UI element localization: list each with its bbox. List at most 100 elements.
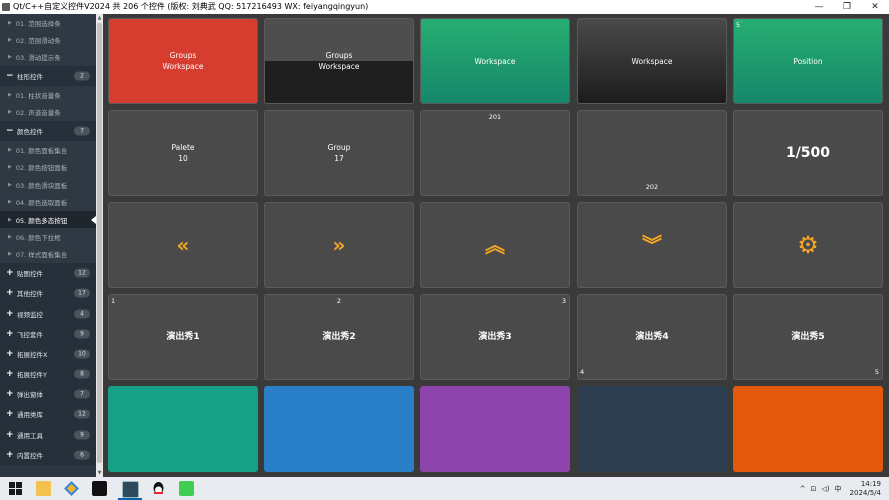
tile-corner-number: 4 xyxy=(580,368,585,376)
tile-label: 演出秀3 xyxy=(478,331,512,342)
sidebar-group[interactable]: + 通用类库 12 xyxy=(0,404,96,425)
sidebar-group[interactable]: − 颜色控件 7 xyxy=(0,121,96,142)
groups-workspace-button-dark[interactable]: Groups Workspace xyxy=(264,18,414,104)
sidebar-item[interactable]: ▶ 02. 范围滑动条 xyxy=(0,31,96,49)
sidebar-item[interactable]: ▶ 01. 柱状音量条 xyxy=(0,86,96,104)
sidebar-item-label: 通用类库 xyxy=(17,411,43,420)
input-method-icon[interactable]: 中 xyxy=(835,484,842,494)
page-count-button[interactable]: 1/500 xyxy=(733,110,883,196)
position-button[interactable]: 5 Position xyxy=(733,18,883,104)
sidebar-item[interactable]: ▶ 07. 样式面板集合 xyxy=(0,245,96,264)
sidebar-group[interactable]: + 拓展控件X 10 xyxy=(0,343,96,364)
count-badge: 12 xyxy=(74,268,90,278)
double-chevron-up-icon: ︽ xyxy=(485,233,505,257)
palete-button[interactable]: Palete 10 xyxy=(108,110,258,196)
caret-right-icon: ▶ xyxy=(8,181,12,188)
color-button-teal[interactable] xyxy=(108,386,258,472)
sidebar-group[interactable]: + 贴图控件 12 xyxy=(0,263,96,284)
sidebar-item[interactable]: ▶ 02. 颜色按钮面板 xyxy=(0,158,96,177)
top-label-button[interactable]: 201 xyxy=(420,110,570,196)
count-badge: 9 xyxy=(74,329,90,339)
tile-label: Groups xyxy=(169,51,197,60)
group-button[interactable]: Group 17 xyxy=(264,110,414,196)
show-button-4[interactable]: 4 演出秀4 xyxy=(577,294,727,380)
sidebar-group[interactable]: + 内置控件 6 xyxy=(0,444,96,465)
workspace-button-dark[interactable]: Workspace xyxy=(577,18,727,104)
sidebar-group[interactable]: + 弹出窗体 7 xyxy=(0,384,96,405)
color-button-navy[interactable] xyxy=(577,386,727,472)
sidebar-item[interactable]: ▶ 01. 颜色面板集合 xyxy=(0,141,96,159)
scroll-up-icon[interactable]: ▲ xyxy=(96,14,103,22)
tile-count: 10 xyxy=(178,154,188,163)
close-button[interactable]: ✕ xyxy=(861,0,889,14)
scroll-thumb[interactable] xyxy=(97,23,102,463)
caret-right-icon: ▶ xyxy=(8,233,12,240)
sidebar-group[interactable]: + 飞控套件 9 xyxy=(0,323,96,344)
tile-label: Group xyxy=(327,143,351,152)
window-title: Qt/C++自定义控件V2024 共 206 个控件 (版权: 刘典武 QQ: … xyxy=(13,2,369,11)
tile-label: 演出秀1 xyxy=(166,331,200,342)
sidebar-item-label: 颜色控件 xyxy=(17,128,43,137)
sidebar-item[interactable]: ▶ 06. 颜色下拉框 xyxy=(0,228,96,246)
next-button[interactable]: » xyxy=(264,202,414,288)
settings-button[interactable]: ⚙ xyxy=(733,202,883,288)
sidebar-group[interactable]: + 其他控件 17 xyxy=(0,283,96,304)
qt-creator-icon[interactable] xyxy=(179,481,194,496)
count-badge: 17 xyxy=(74,288,90,298)
sidebar-group[interactable]: + 通用工具 9 xyxy=(0,424,96,445)
caret-right-icon: ▶ xyxy=(8,54,12,61)
count-badge: 7 xyxy=(74,126,90,136)
volume-icon[interactable]: ◁) xyxy=(821,485,829,493)
file-explorer-icon[interactable] xyxy=(36,481,51,496)
app-launcher-icon[interactable] xyxy=(64,481,79,496)
caret-right-icon: ▶ xyxy=(8,216,12,223)
show-button-1[interactable]: 1 演出秀1 xyxy=(108,294,258,380)
show-button-5[interactable]: 5 演出秀5 xyxy=(733,294,883,380)
show-button-3[interactable]: 3 演出秀3 xyxy=(420,294,570,380)
qt-demo-icon[interactable] xyxy=(122,481,139,498)
tile-label: 演出秀5 xyxy=(791,331,825,342)
sidebar-group[interactable]: + 拓展控件Y 8 xyxy=(0,364,96,385)
scroll-down-icon[interactable]: ▼ xyxy=(96,469,103,477)
sidebar-item-label: 贴图控件 xyxy=(17,270,43,279)
qq-icon[interactable] xyxy=(151,481,166,496)
sidebar-item[interactable]: ▶ 03. 颜色滑块面板 xyxy=(0,176,96,194)
color-button-blue[interactable] xyxy=(264,386,414,472)
windows-start-icon[interactable] xyxy=(8,481,23,496)
tray-expand-icon[interactable]: ^ xyxy=(800,485,806,493)
sidebar-item-label: 柱形控件 xyxy=(17,73,43,82)
bottom-label-button[interactable]: 202 xyxy=(577,110,727,196)
sidebar-item[interactable]: ▶ 04. 颜色选取面板 xyxy=(0,193,96,211)
color-button-purple[interactable] xyxy=(420,386,570,472)
sidebar-item[interactable]: ▶ 03. 滑动提示条 xyxy=(0,48,96,67)
show-button-2[interactable]: 2 演出秀2 xyxy=(264,294,414,380)
title-bar: Qt/C++自定义控件V2024 共 206 个控件 (版权: 刘典武 QQ: … xyxy=(0,0,889,14)
nav-tree: ▶ 01. 范围选择条 ▶ 02. 范围滑动条 ▶ 03. 滑动提示条 − 柱形控件 2 ▶ 01.… xyxy=(0,14,96,477)
sidebar-item[interactable]: ▶ 02. 声道音量条 xyxy=(0,103,96,122)
clock[interactable]: 14:19 2024/5/4 xyxy=(850,480,881,498)
groups-workspace-button-red[interactable]: Groups Workspace xyxy=(108,18,258,104)
sidebar-group[interactable]: + 视频监控 4 xyxy=(0,303,96,324)
previous-button[interactable]: « xyxy=(108,202,258,288)
tile-bottom-label: 202 xyxy=(645,183,659,191)
system-tray: ^ ⊡ ◁) 中 14:19 2024/5/4 xyxy=(795,477,881,500)
network-icon[interactable]: ⊡ xyxy=(811,485,817,493)
count-badge: 4 xyxy=(74,309,90,319)
sidebar: ▶ 01. 范围选择条 ▶ 02. 范围滑动条 ▶ 03. 滑动提示条 − 柱形控件 2 ▶ 01.… xyxy=(0,14,103,477)
up-button[interactable]: ︽ xyxy=(420,202,570,288)
sidebar-item-label: 05. 颜色多态按钮 xyxy=(15,216,68,225)
terminal-icon[interactable] xyxy=(92,481,107,496)
sidebar-item-label: 拓展控件Y xyxy=(17,371,47,380)
sidebar-item[interactable]: ▶ 01. 范围选择条 xyxy=(0,14,96,32)
minimize-button[interactable]: — xyxy=(805,0,833,14)
color-button-orange[interactable] xyxy=(733,386,883,472)
sidebar-item-label: 02. 声道音量条 xyxy=(15,109,61,118)
sidebar-scrollbar[interactable]: ▲ ▼ xyxy=(96,14,103,477)
sidebar-item[interactable]: ▶ 05. 颜色多态按钮 xyxy=(0,210,96,229)
workspace-button-green[interactable]: Workspace xyxy=(420,18,570,104)
sidebar-group[interactable]: − 柱形控件 2 xyxy=(0,66,96,87)
down-button[interactable]: ︾ xyxy=(577,202,727,288)
maximize-button[interactable]: ❐ xyxy=(833,0,861,14)
caret-right-icon: ▶ xyxy=(8,147,12,154)
gears-icon: ⚙ xyxy=(797,231,819,259)
